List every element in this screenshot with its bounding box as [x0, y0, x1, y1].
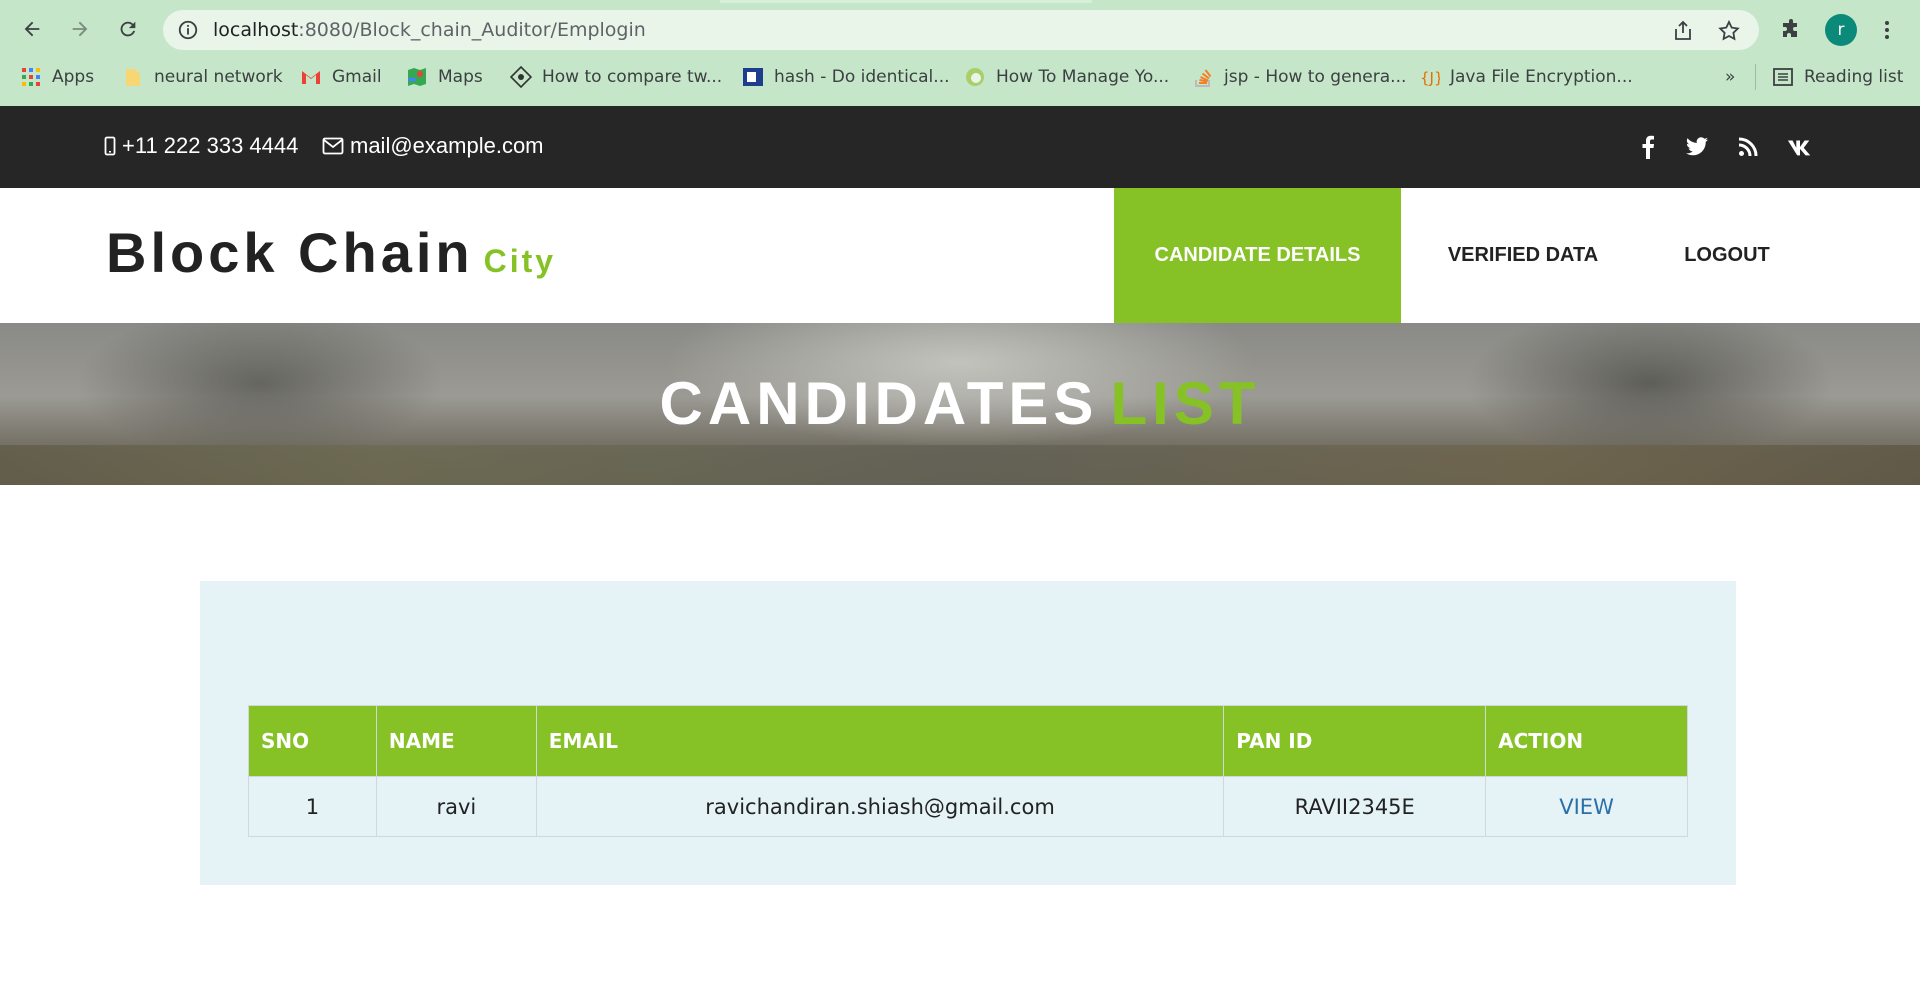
candidates-panel: SNO NAME EMAIL PAN ID ACTION 1 ravi ravi… [200, 581, 1736, 885]
forward-arrow-icon [72, 21, 88, 37]
column-header-pan-id: PAN ID [1223, 705, 1487, 777]
folder-icon [126, 69, 140, 86]
phone-number: +11 222 333 4444 [122, 133, 299, 158]
email-address: mail@example.com [350, 133, 544, 158]
site-icon [966, 68, 984, 86]
nav-candidate-details[interactable]: CANDIDATE DETAILS [1114, 188, 1401, 323]
browser-toolbar: localhost:8080/Block_chain_Auditor/Emplo… [0, 3, 1920, 56]
nav-label: LOGOUT [1684, 244, 1770, 266]
page-title: CANDIDATES LIST [0, 369, 1920, 438]
bookmark-label: neural network [154, 67, 283, 87]
bookmark-label: Apps [52, 67, 95, 87]
bookmark-manage[interactable]: How To Manage Yo... [964, 64, 1169, 90]
address-bar[interactable]: localhost:8080/Block_chain_Auditor/Emplo… [163, 10, 1759, 50]
svg-text:{J}: {J} [1420, 69, 1440, 87]
bookmark-maps[interactable]: Maps [406, 64, 483, 90]
rss-icon [1738, 137, 1758, 157]
page-title-green: LIST [1110, 370, 1261, 437]
top-contact-bar: +11 222 333 4444 mail@example.com [0, 106, 1920, 188]
back-button[interactable] [14, 11, 50, 47]
page-banner: CANDIDATES LIST [0, 323, 1920, 485]
bookmark-neural-network[interactable]: neural network [122, 64, 283, 90]
logo-sub-text: City [483, 243, 557, 279]
nav-verified-data[interactable]: VERIFIED DATA [1401, 188, 1645, 323]
bookmark-label: How To Manage Yo... [996, 67, 1170, 87]
bookmark-java-encryption[interactable]: {J} Java File Encryption... [1418, 64, 1633, 90]
phone-icon [104, 136, 116, 156]
nav-label: VERIFIED DATA [1447, 244, 1599, 266]
forward-button[interactable] [62, 11, 98, 47]
site-icon [743, 68, 763, 86]
table-header-row: SNO NAME EMAIL PAN ID ACTION [248, 705, 1688, 777]
column-header-name: NAME [375, 705, 537, 777]
gmail-icon [302, 71, 320, 84]
bookmark-gmail[interactable]: Gmail [300, 64, 382, 90]
cell-email: ravichandiran.shiash@gmail.com [535, 776, 1225, 837]
bookmark-hash[interactable]: hash - Do identical... [742, 64, 950, 90]
cell-name: ravi [375, 776, 537, 837]
bookmarks-bar: Apps neural network Gmail Maps How to co… [0, 60, 1920, 94]
candidates-table: SNO NAME EMAIL PAN ID ACTION 1 ravi ravi… [248, 705, 1688, 837]
java-icon: {J} [1420, 69, 1440, 87]
kebab-menu-icon [1885, 21, 1889, 39]
browser-menu-button[interactable] [1872, 15, 1902, 45]
vk-icon [1787, 140, 1811, 156]
back-arrow-icon [24, 21, 40, 37]
nav-logout[interactable]: LOGOUT [1645, 188, 1809, 323]
maps-icon [408, 68, 426, 86]
phone-contact: +11 222 333 4444 [104, 133, 298, 159]
twitter-icon [1686, 137, 1708, 156]
profile-avatar[interactable]: r [1825, 14, 1857, 46]
reload-button[interactable] [110, 11, 146, 47]
banner-background [0, 445, 1920, 485]
twitter-link[interactable] [1684, 134, 1710, 160]
site-info-icon[interactable] [177, 19, 199, 41]
site-icon [510, 66, 532, 88]
url-text[interactable]: localhost:8080/Block_chain_Auditor/Emplo… [213, 19, 646, 41]
apps-grid-icon [22, 68, 40, 86]
bookmarks-separator [1755, 64, 1756, 90]
page-title-white: CANDIDATES [659, 370, 1099, 437]
bookmark-compare[interactable]: How to compare tw... [510, 64, 722, 90]
more-bookmarks-label: » [1725, 67, 1736, 87]
rss-link[interactable] [1735, 134, 1761, 160]
column-header-email: EMAIL [535, 705, 1225, 777]
table-row: 1 ravi ravichandiran.shiash@gmail.com RA… [248, 776, 1688, 837]
site-header: Block Chain City CANDIDATE DETAILS VERIFI… [0, 188, 1920, 323]
reading-list-label: Reading list [1804, 67, 1904, 87]
url-host: localhost [213, 19, 299, 41]
reading-list-icon [1773, 68, 1793, 86]
cell-pan-id: RAVII2345E [1223, 776, 1487, 837]
puzzle-icon [1783, 19, 1797, 37]
cell-sno: 1 [248, 776, 377, 837]
extensions-button[interactable] [1776, 15, 1806, 45]
share-icon[interactable] [1671, 19, 1695, 43]
column-header-action: ACTION [1485, 705, 1688, 777]
bookmark-label: hash - Do identical... [774, 67, 950, 87]
bookmark-apps[interactable]: Apps [20, 64, 94, 90]
email-contact[interactable]: mail@example.com [322, 133, 544, 159]
bookmark-label: Gmail [332, 67, 382, 87]
column-header-sno: SNO [248, 705, 377, 777]
logo-main-text: Block Chain [106, 221, 474, 284]
more-bookmarks-button[interactable]: » [1725, 64, 1735, 90]
envelope-icon [322, 137, 344, 155]
reading-list-button[interactable]: Reading list [1772, 64, 1903, 90]
vk-link[interactable] [1787, 134, 1813, 160]
bookmark-jsp[interactable]: jsp - How to genera... [1192, 64, 1406, 90]
facebook-link[interactable] [1635, 134, 1661, 160]
facebook-icon [1642, 135, 1654, 159]
site-logo[interactable]: Block Chain City [106, 220, 556, 285]
bookmark-label: Maps [438, 67, 483, 87]
browser-chrome: localhost:8080/Block_chain_Auditor/Emplo… [0, 0, 1920, 106]
bookmark-star-icon[interactable] [1717, 19, 1741, 43]
bookmark-label: How to compare tw... [542, 67, 723, 87]
nav-label: CANDIDATE DETAILS [1154, 244, 1361, 266]
stackoverflow-icon [1195, 69, 1212, 87]
view-link[interactable]: VIEW [1485, 776, 1688, 837]
reload-icon [120, 21, 136, 37]
url-path: :8080/Block_chain_Auditor/Emplogin [298, 19, 646, 41]
bookmark-label: jsp - How to genera... [1224, 67, 1407, 87]
bookmark-label: Java File Encryption... [1450, 67, 1633, 87]
